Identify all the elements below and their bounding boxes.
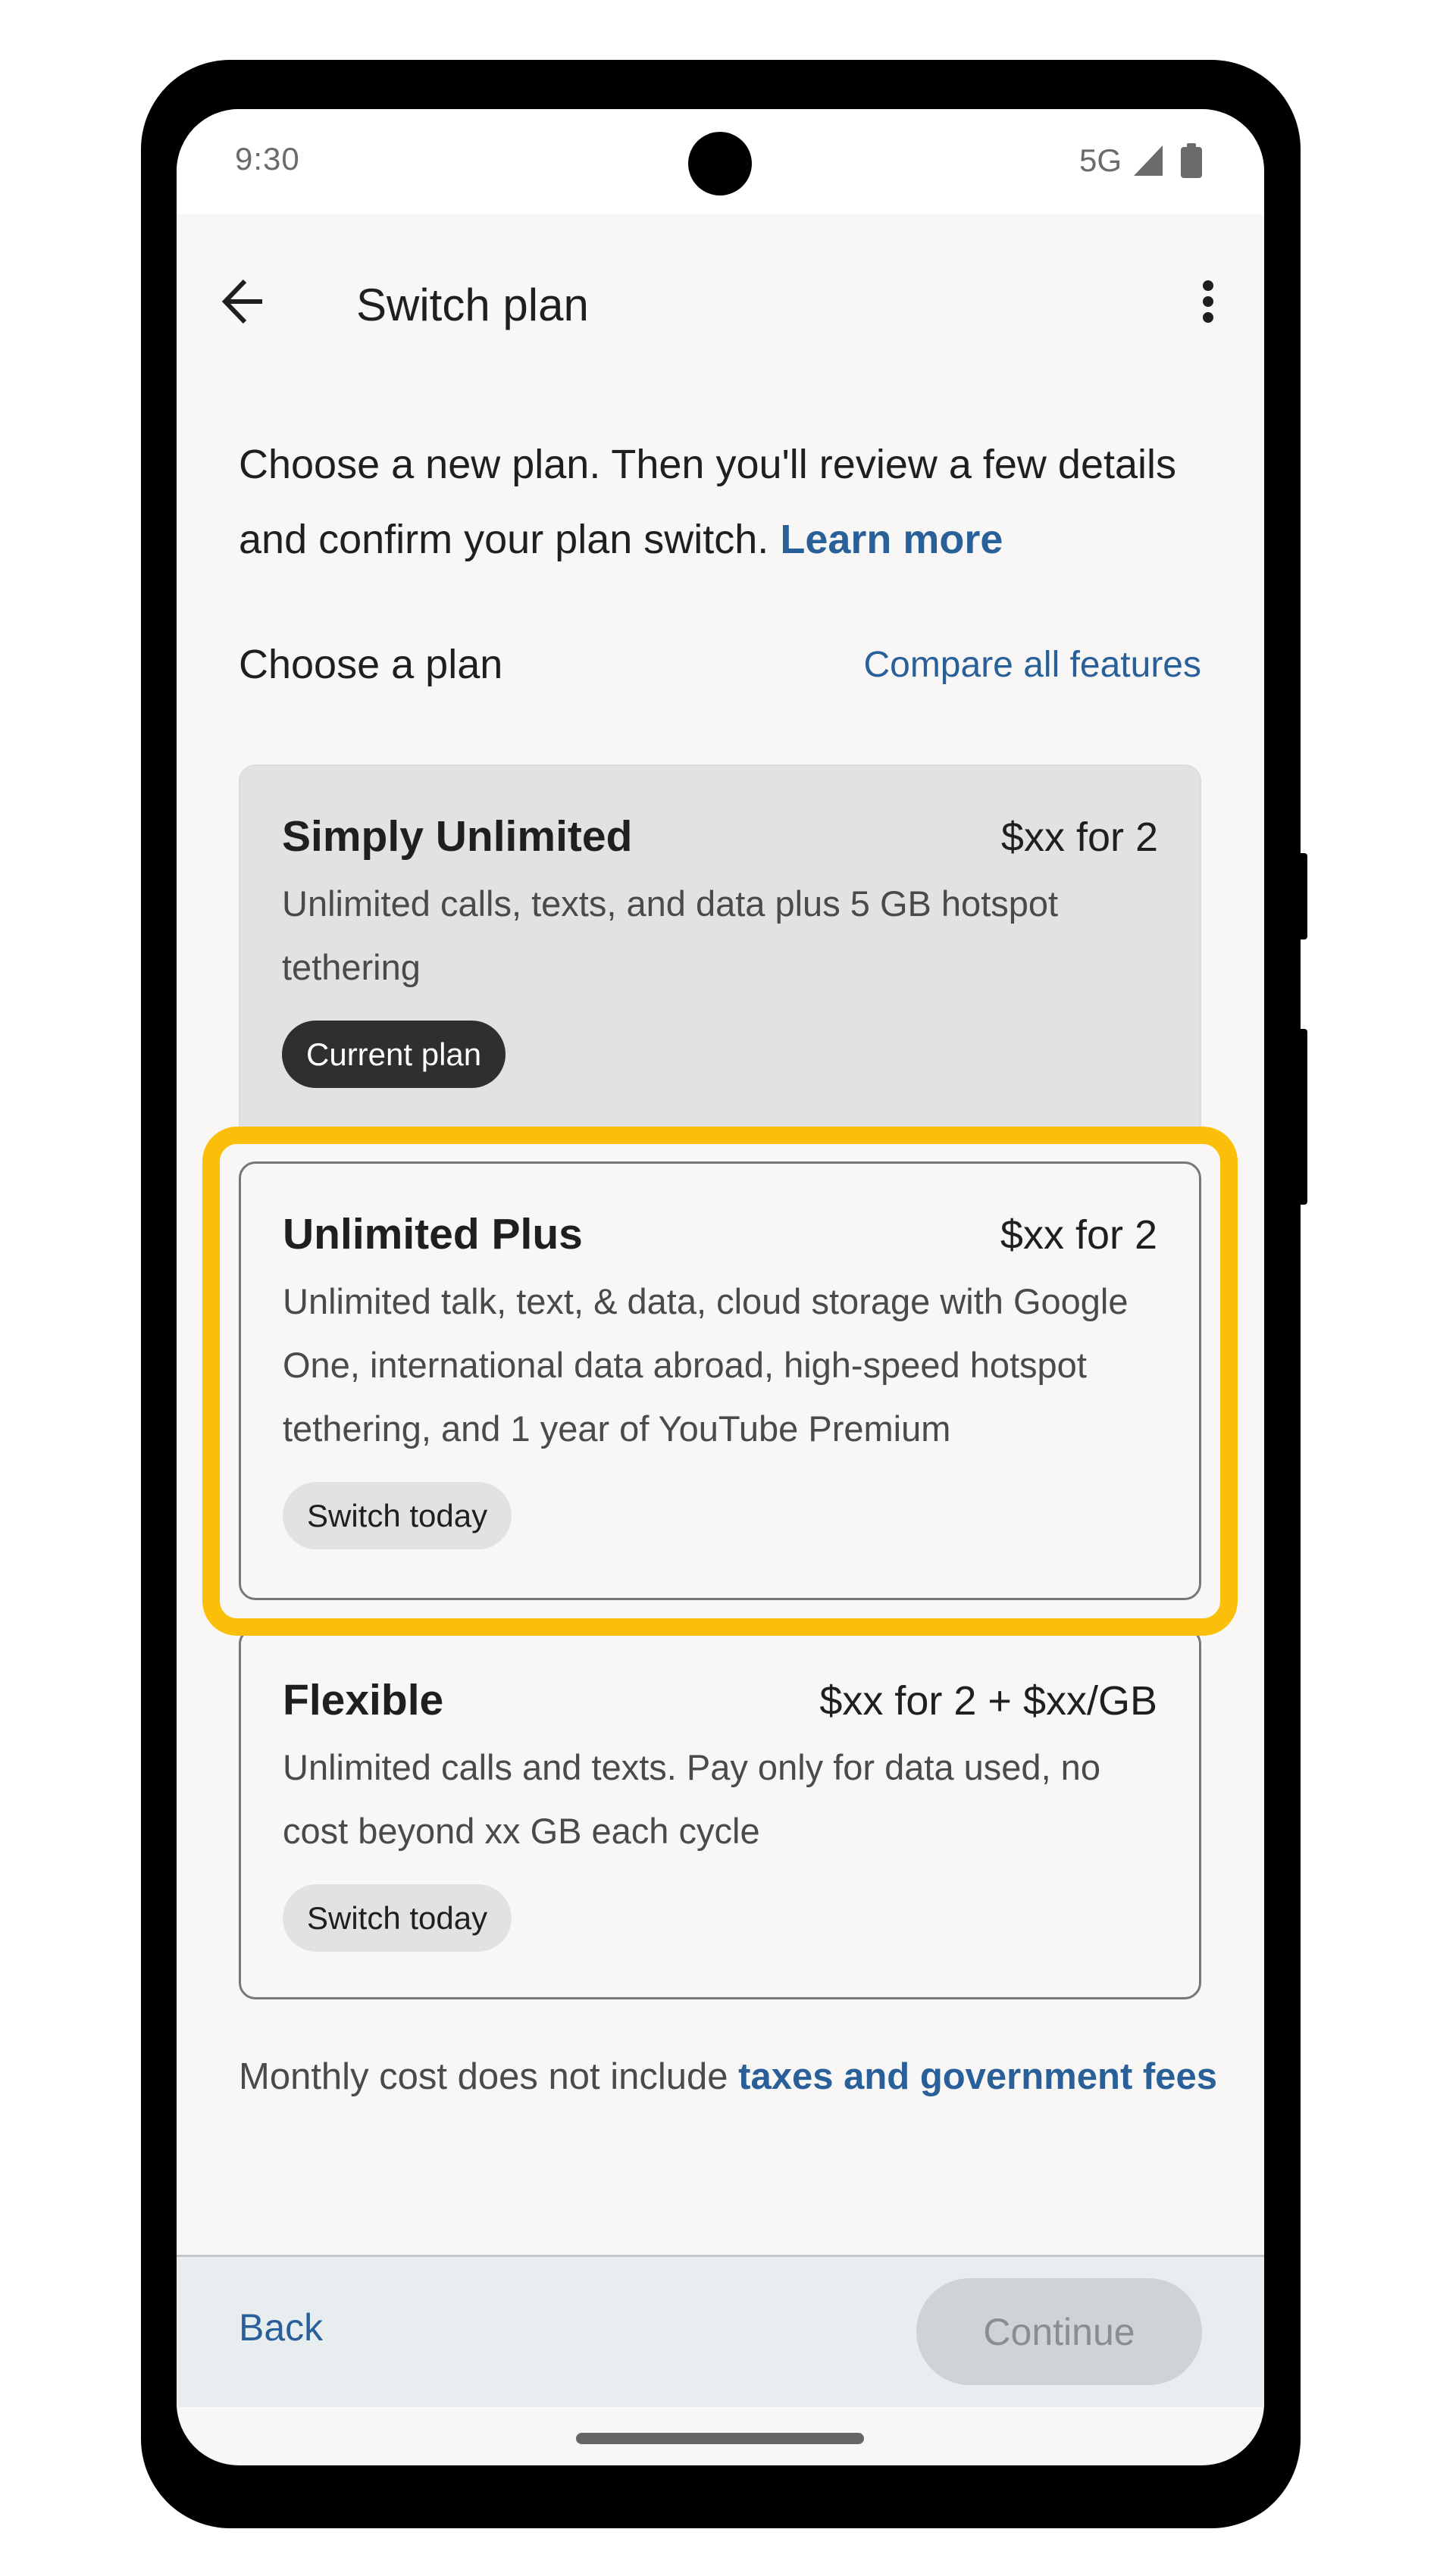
battery-icon	[1181, 143, 1202, 178]
plan-name: Unlimited Plus	[283, 1210, 583, 1258]
status-bar: 9:30 5G	[177, 109, 1264, 214]
status-icons: 5G	[1079, 142, 1202, 179]
switch-today-chip[interactable]: Switch today	[283, 1482, 512, 1549]
screen: 9:30 5G Switch plan Choose a new plan. T…	[177, 109, 1264, 2465]
volume-button	[1299, 1029, 1307, 1205]
taxes-fees-link[interactable]: taxes and government fees	[738, 2056, 1217, 2097]
status-time: 9:30	[235, 141, 300, 177]
page-title: Switch plan	[356, 280, 589, 330]
plan-card-simply-unlimited[interactable]: Simply Unlimited $xx for 2 Unlimited cal…	[239, 764, 1201, 1143]
section-header: Choose a plan Compare all features	[239, 641, 1201, 688]
footnote-text: Monthly cost does not include	[239, 2056, 739, 2097]
plan-price: $xx for 2	[1000, 1212, 1157, 1258]
home-indicator[interactable]	[576, 2433, 864, 2444]
plan-description: Unlimited calls, texts, and data plus 5 …	[282, 883, 1059, 987]
back-button[interactable]: Back	[239, 2306, 323, 2349]
arrow-left-icon[interactable]	[214, 275, 268, 328]
plan-card-flexible[interactable]: Flexible $xx for 2 + $xx/GB Unlimited ca…	[239, 1627, 1201, 1999]
camera-cutout	[688, 132, 752, 195]
bottom-action-bar: Back Continue	[177, 2257, 1264, 2407]
network-label: 5G	[1078, 142, 1122, 178]
section-title: Choose a plan	[239, 642, 503, 687]
plan-price: $xx for 2	[1000, 814, 1158, 860]
power-button	[1299, 853, 1307, 939]
plan-name: Flexible	[283, 1676, 444, 1724]
learn-more-link[interactable]: Learn more	[780, 517, 1003, 562]
current-plan-badge: Current plan	[282, 1021, 506, 1088]
signal-icon	[1134, 145, 1163, 176]
intro-text: Choose a new plan. Then you'll review a …	[239, 427, 1224, 577]
continue-button[interactable]: Continue	[916, 2278, 1202, 2385]
plan-card-unlimited-plus[interactable]: Unlimited Plus $xx for 2 Unlimited talk,…	[239, 1161, 1201, 1600]
compare-features-link[interactable]: Compare all features	[863, 644, 1201, 686]
app-bar: Switch plan	[177, 214, 1264, 330]
switch-today-chip[interactable]: Switch today	[283, 1884, 512, 1952]
plan-description: Unlimited talk, text, & data, cloud stor…	[283, 1281, 1129, 1449]
plan-description: Unlimited calls and texts. Pay only for …	[283, 1747, 1100, 1851]
plan-price: $xx for 2 + $xx/GB	[819, 1678, 1157, 1724]
intro-body: Choose a new plan. Then you'll review a …	[239, 442, 1177, 562]
taxes-footnote: Monthly cost does not include taxes and …	[239, 2046, 1224, 2109]
plan-name: Simply Unlimited	[282, 812, 633, 861]
more-vert-icon[interactable]	[1189, 275, 1227, 328]
